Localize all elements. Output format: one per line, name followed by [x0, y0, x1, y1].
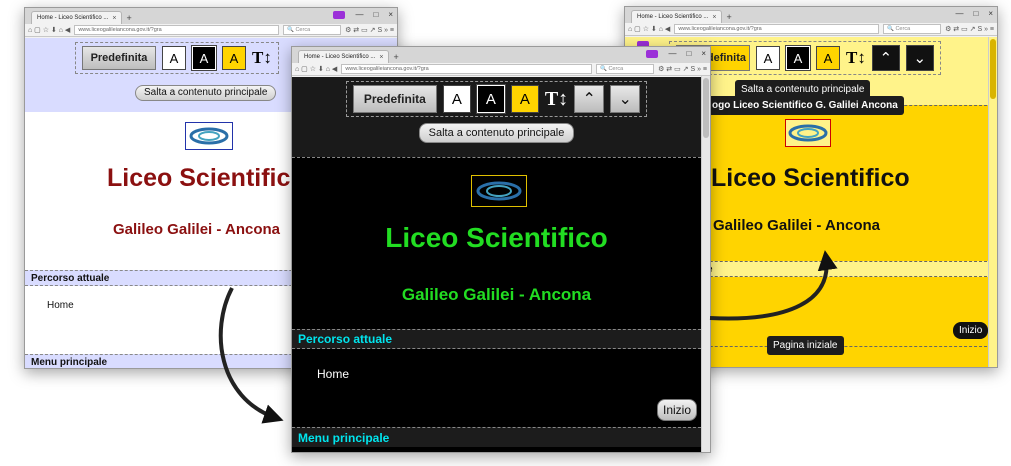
site-subtitle: Galileo Galilei - Ancona [401, 285, 592, 304]
nav-icons[interactable]: ⌂ ▢ ☆ ⬇ ⌂ ◀ [28, 26, 70, 34]
maximize-button[interactable]: □ [973, 9, 978, 18]
search-placeholder: Cerca [608, 66, 624, 72]
tab-bar: Home - Liceo Scientifico ... × + — □ × [292, 47, 710, 63]
scroll-up-button[interactable]: ⌃ [871, 45, 900, 71]
top-button-yellow[interactable]: Inizio [953, 322, 989, 339]
maximize-button[interactable]: □ [373, 10, 378, 19]
minimize-button[interactable]: — [668, 49, 676, 58]
toolbar-icons[interactable]: ⚙ ⇄ ▭ ↗ S » ≡ [658, 65, 707, 73]
new-tab-button[interactable]: + [393, 51, 398, 63]
browser-tab[interactable]: Home - Liceo Scientifico ... × [631, 10, 723, 23]
minimize-button[interactable]: — [955, 9, 963, 18]
search-placeholder: Cerca [895, 26, 911, 32]
white-contrast-button[interactable]: A [442, 85, 471, 113]
tab-close-icon[interactable]: × [112, 15, 116, 22]
breadcrumb-home[interactable]: Home [317, 367, 349, 381]
site-title: Liceo Scientifico [107, 164, 306, 192]
browser-tab[interactable]: Home - Liceo Scientifico ... × [31, 11, 123, 24]
yellow-contrast-button[interactable]: A [222, 46, 246, 70]
search-placeholder: Cerca [295, 27, 311, 33]
navigation-bar: ⌂ ▢ ☆ ⬇ ⌂ ◀ www.liceogalileiancona.gov.i… [25, 24, 397, 37]
skip-to-content-button[interactable]: Salta a contenuto principale [418, 123, 575, 143]
tab-close-icon[interactable]: × [712, 14, 716, 21]
default-theme-button[interactable]: Predefinita [82, 46, 156, 70]
maximize-button[interactable]: □ [686, 49, 691, 58]
search-bar[interactable]: 🔍 Cerca [596, 64, 655, 74]
tab-bar: Home - Liceo Scientifico ... × + — □ × [625, 7, 997, 23]
scrollbar-thumb[interactable] [990, 39, 996, 99]
site-title: Liceo Scientifico [711, 164, 910, 192]
default-theme-button[interactable]: Predefinita [352, 85, 437, 113]
text-size-icon[interactable]: T↕ [545, 88, 568, 111]
window-controls: — □ × [955, 9, 993, 18]
black-contrast-button[interactable]: A [191, 45, 217, 71]
logo-swirl-icon [788, 124, 828, 142]
new-tab-button[interactable]: + [126, 12, 131, 24]
white-contrast-button[interactable]: A [162, 46, 186, 70]
tab-title: Home - Liceo Scientifico ... [637, 14, 709, 20]
new-tab-button[interactable]: + [726, 11, 731, 23]
scroll-up-button[interactable]: ⌃ [574, 85, 605, 113]
navigation-bar: ⌂ ▢ ☆ ⬇ ⌂ ◀ www.liceogalileiancona.gov.i… [625, 23, 997, 36]
logo-swirl-icon [476, 181, 522, 201]
accessibility-toolbar: Predefinita A A A T↕ ⌃ ⌄ [345, 81, 648, 117]
logo-swirl-icon [189, 127, 229, 145]
scroll-down-button[interactable]: ⌄ [905, 45, 934, 71]
text-size-icon[interactable]: T↕ [846, 48, 866, 68]
accessibility-panel: Predefinita A A A T↕ ⌃ ⌄ Salta a contenu… [292, 77, 701, 157]
window-controls: — □ × [646, 49, 706, 58]
white-contrast-button[interactable]: A [756, 46, 780, 70]
page-content: Predefinita A A A T↕ ⌃ ⌄ Salta a contenu… [292, 77, 701, 452]
site-header: Liceo Scientifico Galileo Galilei - Anco… [292, 157, 701, 329]
tab-title: Home - Liceo Scientifico ... [304, 54, 376, 60]
close-window-button[interactable]: × [388, 10, 393, 19]
screenshot-stage: Home - Liceo Scientifico ... × + — □ × ⌂ … [0, 0, 1011, 466]
search-bar[interactable]: 🔍 Cerca [283, 25, 342, 35]
main-menu-header[interactable]: Menu principale [292, 427, 701, 447]
extension-icon[interactable] [333, 10, 346, 19]
skip-to-content-button[interactable]: Salta a contenuto principale [135, 84, 277, 101]
minimize-button[interactable]: — [355, 10, 363, 19]
toolbar-icons[interactable]: ⚙ ⇄ ▭ ↗ S » ≡ [345, 26, 394, 34]
site-subtitle: Galileo Galilei - Ancona [713, 217, 880, 234]
window-controls: — □ × [333, 10, 393, 19]
black-contrast-button[interactable]: A [475, 84, 506, 114]
breadcrumb-header: Percorso attuale [292, 329, 701, 349]
toolbar-icons[interactable]: ⚙ ⇄ ▭ ↗ S » ≡ [945, 25, 994, 33]
navigation-bar: ⌂ ▢ ☆ ⬇ ⌂ ◀ www.liceogalileiancona.gov.i… [292, 63, 710, 76]
browser-tab[interactable]: Home - Liceo Scientifico ... × [298, 50, 390, 63]
search-bar[interactable]: 🔍 Cerca [883, 24, 942, 34]
nav-icons[interactable]: ⌂ ▢ ☆ ⬇ ⌂ ◀ [628, 25, 670, 33]
breadcrumb-area: Home Inizio [292, 349, 701, 427]
site-subtitle: Galileo Galilei - Ancona [113, 221, 280, 238]
extension-icon[interactable] [646, 49, 659, 58]
browser-window-black: Home - Liceo Scientifico ... × + — □ × ⌂ … [291, 46, 711, 453]
yellow-contrast-button[interactable]: A [816, 46, 840, 70]
top-button[interactable]: Inizio [656, 399, 697, 421]
nav-icons[interactable]: ⌂ ▢ ☆ ⬇ ⌂ ◀ [295, 65, 337, 73]
site-title: Liceo Scientifico [385, 222, 608, 253]
yellow-contrast-button[interactable]: A [510, 85, 539, 113]
url-bar[interactable]: www.liceogalileiancona.gov.it/?gra [674, 24, 880, 34]
black-contrast-button[interactable]: A [785, 45, 811, 71]
tab-bar: Home - Liceo Scientifico ... × + — □ × [25, 8, 397, 24]
url-bar[interactable]: www.liceogalileiancona.gov.it/?gra [74, 25, 280, 35]
scrollbar-thumb[interactable] [703, 78, 709, 138]
tab-close-icon[interactable]: × [379, 54, 383, 61]
school-logo[interactable] [471, 175, 527, 207]
url-bar[interactable]: www.liceogalileiancona.gov.it/?gra [341, 64, 593, 74]
text-size-icon[interactable]: T↕ [252, 48, 272, 68]
vertical-scrollbar[interactable] [701, 76, 710, 452]
school-logo[interactable] [785, 119, 831, 147]
scroll-down-button[interactable]: ⌄ [610, 85, 641, 113]
school-logo[interactable] [185, 122, 233, 150]
accessibility-toolbar: Predefinita A A A T↕ [75, 42, 279, 74]
vertical-scrollbar[interactable] [988, 37, 997, 367]
tab-title: Home - Liceo Scientifico ... [37, 15, 109, 21]
logo-tooltip: ogo Liceo Scientifico G. Galilei Ancona [706, 96, 904, 115]
home-tooltip: Pagina iniziale [767, 336, 844, 355]
close-window-button[interactable]: × [701, 49, 706, 58]
close-window-button[interactable]: × [988, 9, 993, 18]
